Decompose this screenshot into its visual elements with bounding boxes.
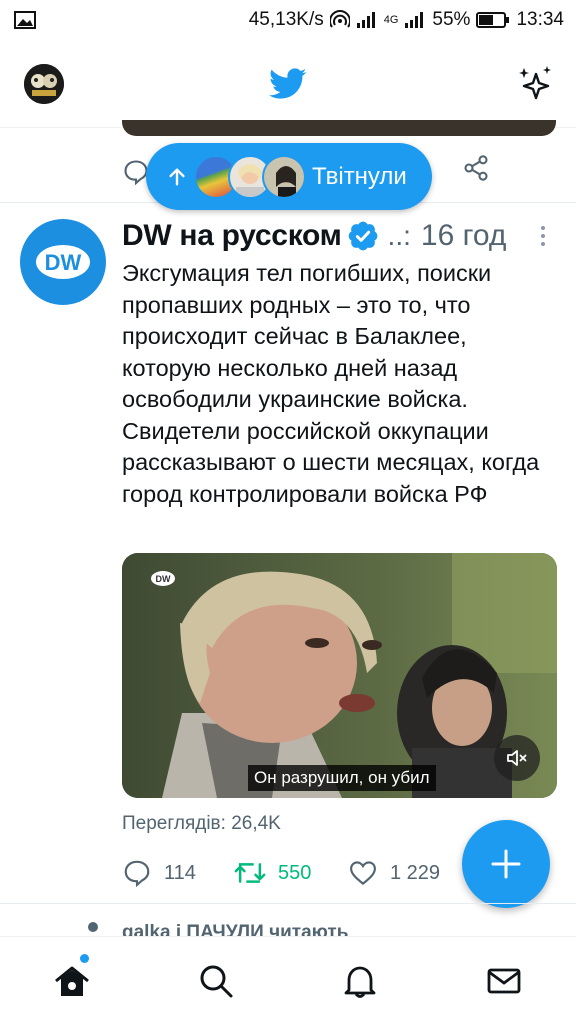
- tweet-time[interactable]: 16 год: [421, 219, 507, 253]
- plus-icon: [491, 849, 521, 879]
- dw-logo-icon: DW: [36, 245, 90, 279]
- signal-icon-2: [405, 12, 424, 28]
- social-context-icon: [88, 922, 98, 932]
- profile-avatar[interactable]: [24, 64, 64, 104]
- author-name[interactable]: DW на русском: [122, 219, 342, 253]
- network-type: 4G: [383, 14, 399, 26]
- arrow-up-icon: [169, 167, 185, 186]
- signal-icon: [356, 12, 375, 28]
- video-frame: [122, 553, 557, 798]
- status-bar: 45,13K/s 4G 55% 13:34: [0, 0, 576, 40]
- tweet-text: Эксгумация тел погибших, поиски пропавши…: [122, 260, 540, 507]
- retweet-button[interactable]: 550: [234, 853, 311, 893]
- pill-avatars: [194, 154, 310, 199]
- network-speed: 45,13K/s: [248, 9, 324, 30]
- social-context-text: galka і ПАЧУЛИ читають: [122, 922, 349, 936]
- messages-mail-icon[interactable]: [484, 961, 524, 1001]
- hotspot-icon: [329, 10, 350, 28]
- share-icon[interactable]: [462, 154, 490, 182]
- sparkle-icon[interactable]: [516, 64, 556, 104]
- author-avatar[interactable]: DW: [20, 219, 106, 305]
- home-unread-dot: [80, 954, 89, 963]
- like-button[interactable]: 1 229: [348, 853, 440, 893]
- previous-tweet-media[interactable]: [122, 120, 556, 136]
- reply-button[interactable]: 114: [122, 853, 196, 893]
- notifications-bell-icon[interactable]: [340, 961, 380, 1001]
- top-app-bar: [0, 40, 576, 128]
- clock: 13:34: [516, 9, 564, 30]
- video-subtitle: Он разрушил, он убил: [248, 765, 436, 791]
- view-count: Переглядів: 26,4K: [122, 813, 281, 834]
- mute-button[interactable]: [494, 735, 540, 781]
- profile-avatar-image: [24, 64, 64, 104]
- retweet-count: 550: [278, 861, 312, 884]
- divider: [0, 903, 576, 904]
- reply-icon: [124, 860, 150, 888]
- new-tweets-pill[interactable]: Твітнули: [146, 143, 432, 210]
- pill-label: Твітнули: [312, 162, 407, 190]
- image-icon: [14, 11, 36, 29]
- tweet-header: DW на русском ..: 16 год: [122, 214, 562, 258]
- battery-percent: 55%: [432, 9, 471, 30]
- tweet-video[interactable]: DW Он разрушил, он убил: [122, 553, 557, 798]
- avatar: [262, 154, 306, 199]
- author-handle: ..:: [387, 220, 411, 251]
- speaker-muted-icon: [507, 750, 527, 766]
- svg-text:DW: DW: [156, 574, 171, 584]
- verified-badge-icon: [348, 221, 377, 251]
- compose-tweet-button[interactable]: [462, 820, 550, 908]
- bottom-navigation: [0, 936, 576, 1024]
- dw-watermark-icon: DW: [151, 571, 175, 586]
- svg-text:DW: DW: [45, 250, 82, 275]
- twitter-logo-icon: [269, 67, 307, 99]
- retweet-icon: [234, 863, 266, 883]
- heart-icon: [350, 861, 376, 885]
- home-icon[interactable]: [52, 961, 92, 1001]
- next-tweet-context: galka і ПАЧУЛИ читають: [0, 918, 576, 936]
- search-icon[interactable]: [196, 961, 236, 1001]
- like-count: 1 229: [390, 861, 441, 884]
- battery-icon: [476, 12, 510, 28]
- reply-count: 114: [164, 861, 196, 884]
- more-options-icon[interactable]: [533, 224, 553, 248]
